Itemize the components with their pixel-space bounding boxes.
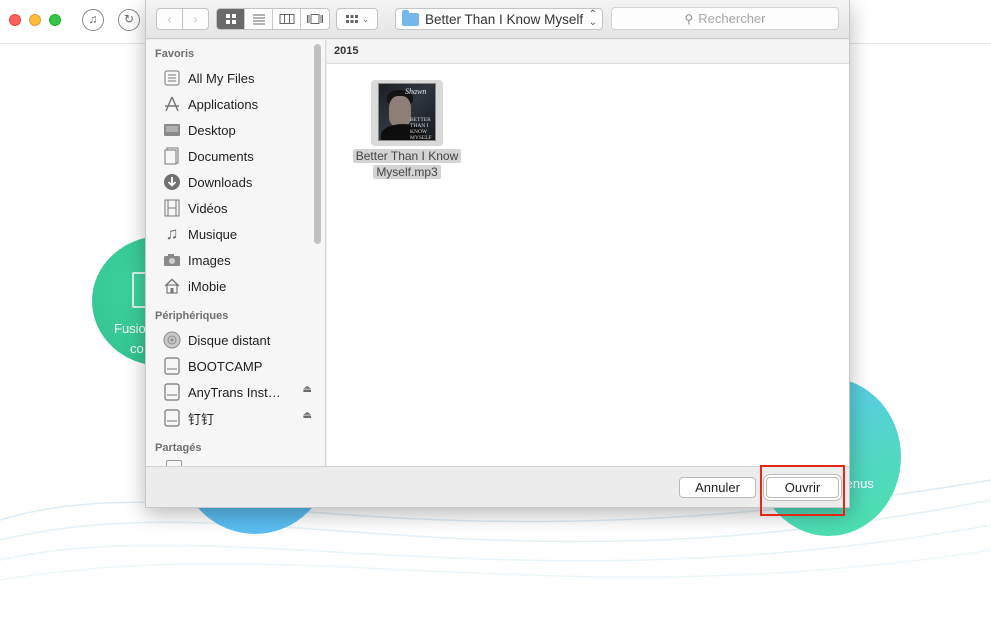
forward-button[interactable]: › (182, 8, 209, 30)
sidebar-item-desktop[interactable]: Desktop (162, 118, 312, 142)
sidebar-item-label: Downloads (188, 174, 253, 190)
sidebar-scrollbar[interactable] (314, 44, 321, 244)
cancel-button[interactable]: Annuler (679, 477, 756, 498)
refresh-icon[interactable]: ↻ (118, 9, 140, 31)
downloads-icon (162, 173, 182, 191)
file-name-line-2: Myself.mp3 (373, 165, 441, 179)
view-mode-selector (216, 8, 330, 30)
folder-icon (402, 9, 419, 26)
open-file-dialog: ‹ › ⌄ Better Than I Know Myself ⌃ ⌄ ⚲ Re… (145, 0, 850, 508)
path-popup-button[interactable]: Better Than I Know Myself ⌃ ⌄ (395, 8, 603, 30)
sidebar-item-label: AnyTrans Inst… (188, 384, 281, 400)
sidebar-heading-favorites: Favoris (155, 48, 195, 60)
chevron-down-icon: ⌄ (361, 13, 370, 24)
columns-icon (279, 14, 294, 24)
close-window-button[interactable] (9, 14, 21, 26)
chevron-right-icon: › (193, 12, 198, 26)
open-button-highlight-box (760, 465, 845, 516)
icon-view-button[interactable] (217, 9, 245, 29)
sidebar-item-label: Musique (188, 226, 238, 242)
sidebar-item-music[interactable]: ♫ Musique (162, 222, 312, 246)
chevron-left-icon: ‹ (167, 12, 172, 26)
camera-icon (162, 251, 182, 269)
desktop-icon (162, 121, 182, 139)
sidebar-item-dingding[interactable]: 钉钉 ⏏ (162, 406, 312, 430)
sidebar-item-label: Desktop (188, 122, 236, 138)
sidebar-item-label: Applications (188, 96, 259, 112)
search-placeholder: Rechercher (698, 11, 766, 26)
drive-icon (162, 383, 182, 401)
file-thumbnail-selection: Shawn BETTER THAN I KNOW MYSELF (371, 80, 443, 146)
applications-icon (162, 95, 182, 113)
album-artwork: Shawn BETTER THAN I KNOW MYSELF (378, 83, 436, 141)
cover-flow-view-button[interactable] (301, 9, 329, 29)
zoom-window-button[interactable] (49, 14, 61, 26)
sidebar-item-applications[interactable]: Applications (162, 92, 312, 116)
dialog-toolbar: ‹ › ⌄ Better Than I Know Myself ⌃ ⌄ ⚲ Re… (146, 0, 849, 39)
sidebar-item-remote-disc[interactable]: Disque distant (162, 328, 312, 352)
itunes-icon[interactable]: ♫ (82, 9, 104, 31)
sidebar-item-imobie[interactable]: iMobie (162, 274, 312, 298)
album-cover-text: BETTER THAN I KNOW MYSELF (410, 117, 432, 141)
music-icon: ♫ (165, 224, 179, 243)
sidebar-heading-devices: Périphériques (155, 310, 229, 322)
sidebar-item-label: iMobie (188, 278, 227, 294)
sidebar-item-images[interactable]: Images (162, 248, 312, 272)
back-button[interactable]: ‹ (156, 8, 183, 30)
file-name-line-1: Better Than I Know (352, 149, 462, 163)
cover-flow-icon (307, 14, 323, 24)
sidebar-item-bootcamp[interactable]: BOOTCAMP (162, 354, 312, 378)
drive-icon (162, 409, 182, 427)
sidebar-item-label: BOOTCAMP (188, 358, 263, 374)
sidebar-item-anytrans-installer[interactable]: AnyTrans Inst… ⏏ (162, 380, 312, 404)
arrange-grid-icon (345, 14, 358, 23)
sidebar-heading-shared: Partagés (155, 442, 202, 454)
column-header: 2015 (327, 40, 849, 64)
home-icon (162, 277, 182, 295)
list-view-button[interactable] (245, 9, 273, 29)
sidebar-item-downloads[interactable]: Downloads (162, 170, 312, 194)
sidebar-item-label: Documents (188, 148, 254, 164)
list-icon (252, 14, 265, 25)
sidebar-item-videos[interactable]: Vidéos (162, 196, 312, 220)
all-files-icon (162, 69, 182, 87)
file-name: Better Than I Know Myself.mp3 (337, 148, 477, 180)
drive-icon (162, 357, 182, 375)
sidebar-item-label: 钉钉 (188, 411, 215, 427)
sidebar-item-all-my-files[interactable]: All My Files (162, 66, 312, 90)
minimize-window-button[interactable] (29, 14, 41, 26)
sidebar-item-label: Vidéos (188, 200, 228, 216)
search-icon: ⚲ (684, 11, 694, 26)
videos-icon (162, 199, 182, 217)
sidebar-item-documents[interactable]: Documents (162, 144, 312, 168)
eject-icon[interactable]: ⏏ (303, 384, 312, 395)
arrange-menu-button[interactable]: ⌄ (336, 8, 378, 30)
eject-icon[interactable]: ⏏ (303, 410, 312, 421)
sidebar-item-label: All My Files (188, 70, 255, 86)
sidebar-item-label: Images (188, 252, 231, 268)
sidebar-item-label: Disque distant (188, 332, 271, 348)
grid-icon (225, 14, 236, 24)
sidebar: Favoris All My Files Applications Deskto… (146, 40, 326, 466)
search-field[interactable]: ⚲ Rechercher (611, 7, 839, 30)
optical-disc-icon (162, 331, 182, 349)
documents-icon (162, 147, 182, 165)
column-view-button[interactable] (273, 9, 301, 29)
current-folder-name: Better Than I Know Myself (425, 11, 584, 27)
up-down-chevron-icon: ⌃ ⌄ (588, 9, 597, 28)
file-browser-area: 2015 Shawn BETTER THAN I KNOW MYSELF Bet… (327, 40, 849, 466)
dialog-footer: Annuler Ouvrir (146, 466, 849, 507)
